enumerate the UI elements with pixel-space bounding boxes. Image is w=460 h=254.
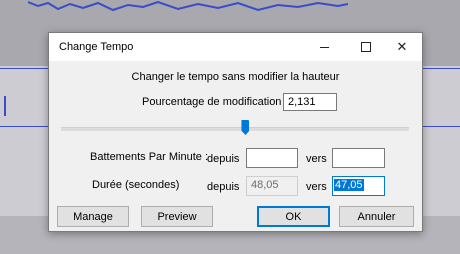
percent-change-input[interactable]: 2,131 <box>283 93 337 111</box>
preview-button[interactable]: Preview <box>141 206 213 227</box>
duration-from-label: depuis <box>207 181 240 193</box>
duration-to-label: vers <box>306 181 327 193</box>
duration-to-input[interactable]: 47,05 <box>332 176 385 196</box>
waveform-graphic <box>28 0 348 12</box>
dialog-description: Changer le tempo sans modifier la hauteu… <box>131 71 340 83</box>
bpm-to-input[interactable] <box>332 148 385 168</box>
minimize-button[interactable] <box>304 33 344 61</box>
change-tempo-dialog: Change Tempo ✕ Changer le tempo sans mod… <box>48 32 423 232</box>
close-button[interactable]: ✕ <box>382 33 422 61</box>
close-icon: ✕ <box>396 39 408 54</box>
ok-button[interactable]: OK <box>257 206 330 227</box>
cancel-button[interactable]: Annuler <box>339 206 414 227</box>
bpm-from-label: depuis <box>207 153 240 165</box>
duration-label: Durée (secondes) <box>92 179 180 191</box>
bpm-to-label: vers <box>306 153 327 165</box>
tempo-slider-track[interactable] <box>61 127 409 131</box>
minimize-icon <box>319 46 329 48</box>
bpm-label: Battements Par Minute : <box>90 151 208 163</box>
dialog-title: Change Tempo <box>59 41 134 53</box>
duration-to-selected-text: 47,05 <box>334 179 364 191</box>
maximize-button[interactable] <box>346 33 386 61</box>
track-marker <box>4 96 6 116</box>
duration-from-input: 48,05 <box>246 176 298 196</box>
bpm-from-input[interactable] <box>246 148 298 168</box>
tempo-slider-thumb[interactable] <box>241 120 250 135</box>
percent-change-label: Pourcentage de modification : <box>142 96 288 108</box>
maximize-icon <box>361 42 371 52</box>
manage-button[interactable]: Manage <box>57 206 129 227</box>
dialog-titlebar: Change Tempo ✕ <box>49 33 422 61</box>
